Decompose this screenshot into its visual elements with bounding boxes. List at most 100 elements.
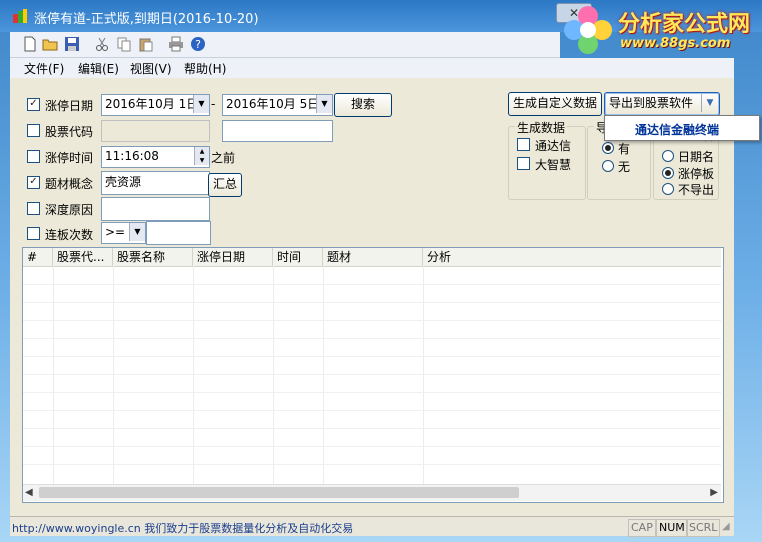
summary-button[interactable]: 汇总 <box>208 173 242 197</box>
name-date-radio[interactable] <box>662 150 674 162</box>
export-yes-radio[interactable] <box>602 142 614 154</box>
limit-time-checkbox[interactable] <box>27 150 40 163</box>
column-divider <box>323 266 324 484</box>
limit-date-from-value: 2016年10月 1日 <box>105 97 199 111</box>
status-message: http://www.woyingle.cn 我们致力于股票数据量化分析及自动化… <box>12 522 354 535</box>
export-yes-label: 有 <box>618 142 631 156</box>
spinner-arrows-icon[interactable]: ▲ ▼ <box>194 147 209 165</box>
logo: 分析家公式网 www.88gs.com <box>560 0 762 58</box>
chevron-down-icon: ▼ <box>129 223 145 241</box>
scroll-left-icon[interactable]: ◀ <box>25 485 33 500</box>
generate-data-group-title: 生成数据 <box>515 119 568 136</box>
limit-time-suffix: 之前 <box>211 151 236 165</box>
column-divider <box>193 266 194 484</box>
row-divider <box>23 464 721 465</box>
tongdaxin-checkbox[interactable] <box>517 138 530 151</box>
column-divider <box>423 266 424 484</box>
stock-code-input[interactable] <box>101 120 210 142</box>
export-to-stock-software-button[interactable]: 导出到股票软件 ▼ <box>604 92 720 116</box>
chevron-down-icon: ▼ <box>193 95 209 113</box>
help-icon[interactable]: ? <box>190 36 206 52</box>
menu-help[interactable]: 帮助(H) <box>184 60 226 77</box>
limit-time-value: 11:16:08 <box>105 149 159 163</box>
cut-icon[interactable] <box>94 36 110 52</box>
limit-date-label: 涨停日期 <box>45 99 94 113</box>
limit-time-label: 涨停时间 <box>45 151 94 165</box>
print-icon[interactable] <box>168 36 184 52</box>
table-header: # 股票代... 股票名称 涨停日期 时间 题材 分析 <box>23 248 721 267</box>
limit-date-to-picker[interactable]: 2016年10月 5日 ▼ <box>222 94 333 116</box>
paste-icon[interactable] <box>138 36 154 52</box>
concept-checkbox[interactable]: ✓ <box>27 176 40 189</box>
generate-custom-data-button[interactable]: 生成自定义数据 <box>508 92 602 116</box>
open-folder-icon[interactable] <box>42 36 58 52</box>
flower-logo-icon <box>564 6 612 54</box>
board-count-operator-select[interactable]: >= ▼ <box>101 222 146 244</box>
logo-name: 分析家公式网 <box>618 12 751 37</box>
export-option-tongdaxin-terminal[interactable]: 通达信金融终端 <box>635 121 719 138</box>
depth-reason-checkbox[interactable] <box>27 202 40 215</box>
limit-time-spinner[interactable]: 11:16:08 ▲ ▼ <box>101 146 210 168</box>
column-header-index[interactable]: # <box>23 248 53 266</box>
column-header-stock-code[interactable]: 股票代... <box>53 248 113 266</box>
limit-date-checkbox[interactable]: ✓ <box>27 98 40 111</box>
export-no-radio[interactable] <box>602 160 614 172</box>
export-button-label: 导出到股票软件 <box>609 96 694 110</box>
name-no-export-radio[interactable] <box>662 183 674 195</box>
scrollbar-thumb[interactable] <box>39 487 519 498</box>
limit-date-to-value: 2016年10月 5日 <box>226 97 320 111</box>
generate-data-group: 生成数据 通达信 大智慧 <box>508 119 586 200</box>
name-no-export-label: 不导出 <box>678 183 715 197</box>
column-header-stock-name[interactable]: 股票名称 <box>113 248 193 266</box>
menu-view[interactable]: 视图(V) <box>130 60 172 77</box>
column-header-time[interactable]: 时间 <box>273 248 323 266</box>
logo-url: www.88gs.com <box>620 36 731 51</box>
stock-code-checkbox[interactable] <box>27 124 40 137</box>
resize-grip-icon[interactable]: ◢ <box>722 521 730 532</box>
row-divider <box>23 320 721 321</box>
row-divider <box>23 302 721 303</box>
export-no-label: 无 <box>618 160 631 174</box>
horizontal-scrollbar[interactable]: ◀ ▶ <box>23 484 721 501</box>
dazhihui-checkbox[interactable] <box>517 157 530 170</box>
menu-edit[interactable]: 编辑(E) <box>78 60 119 77</box>
chevron-down-icon[interactable]: ▼ <box>701 94 718 112</box>
column-header-limit-date[interactable]: 涨停日期 <box>193 248 273 266</box>
app-icon <box>13 9 27 23</box>
name-limit-board-label: 涨停板 <box>678 167 715 181</box>
stock-code-secondary-input[interactable] <box>222 120 333 142</box>
column-header-analysis[interactable]: 分析 <box>423 248 721 266</box>
column-divider <box>273 266 274 484</box>
status-bar: http://www.woyingle.cn 我们致力于股票数据量化分析及自动化… <box>10 516 734 537</box>
dazhihui-label: 大智慧 <box>535 158 572 172</box>
scroll-right-icon[interactable]: ▶ <box>710 485 718 500</box>
board-count-label: 连板次数 <box>45 228 94 242</box>
row-divider <box>23 356 721 357</box>
board-count-checkbox[interactable] <box>27 227 40 240</box>
row-divider <box>23 374 721 375</box>
limit-date-from-picker[interactable]: 2016年10月 1日 ▼ <box>101 94 210 116</box>
row-divider <box>23 428 721 429</box>
menu-bar: 文件(F) 编辑(E) 视图(V) 帮助(H) <box>10 58 734 78</box>
menu-file[interactable]: 文件(F) <box>24 60 64 77</box>
date-range-separator: - <box>211 97 216 111</box>
column-header-concept[interactable]: 题材 <box>323 248 423 266</box>
results-table[interactable]: # 股票代... 股票名称 涨停日期 时间 题材 分析 ◀ ▶ <box>22 247 724 503</box>
stock-code-label: 股票代码 <box>45 125 94 139</box>
depth-reason-input[interactable] <box>101 197 210 221</box>
board-count-input[interactable] <box>146 221 211 245</box>
save-icon[interactable] <box>64 36 80 52</box>
column-divider <box>53 266 54 484</box>
name-limit-board-radio[interactable] <box>662 167 674 179</box>
name-date-label: 日期名 <box>678 150 715 164</box>
main-panel: ✓ 涨停日期 2016年10月 1日 ▼ - 2016年10月 5日 ▼ 搜索 … <box>10 78 734 516</box>
concept-input[interactable]: 壳资源 <box>101 171 210 195</box>
caps-lock-indicator: CAP <box>628 519 656 537</box>
search-button[interactable]: 搜索 <box>334 93 392 117</box>
new-file-icon[interactable] <box>22 36 38 52</box>
export-software-dropdown: 通达信金融终端 <box>604 115 760 141</box>
copy-icon[interactable] <box>116 36 132 52</box>
row-divider <box>23 338 721 339</box>
toolbar: ? <box>10 32 560 58</box>
concept-label: 题材概念 <box>45 177 94 191</box>
